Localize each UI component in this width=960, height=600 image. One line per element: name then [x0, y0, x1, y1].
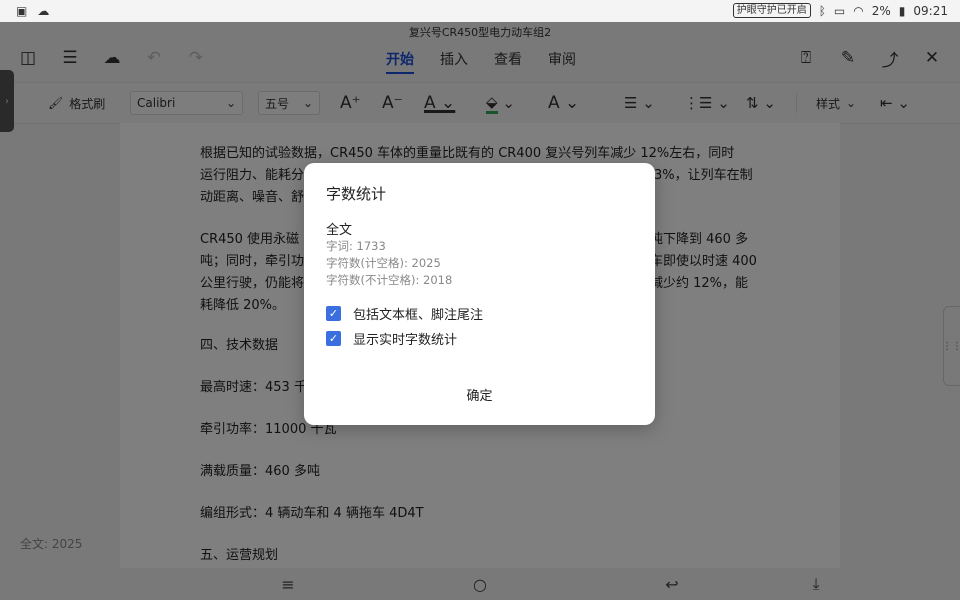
include-textbox-label: 包括文本框、脚注尾注	[353, 308, 484, 323]
checkbox-checked-icon[interactable]: ✓	[326, 331, 341, 346]
dialog-section-label: 全文	[326, 223, 353, 238]
sim-icon: ▭	[833, 3, 846, 18]
status-bar: ▣ ☁ 护眼守护已开启 ᛒ ▭ ◠ 2% ▮ 09:21	[0, 0, 960, 22]
bluetooth-icon: ᛒ	[818, 3, 826, 18]
cloud-icon: ☁	[37, 4, 50, 18]
dialog-title: 字数统计	[326, 185, 387, 203]
battery-text: 2%	[871, 3, 891, 18]
checkbox-checked-icon[interactable]: ✓	[326, 306, 341, 321]
word-count-dialog: 字数统计 全文 字词: 1733 字符数(计空格): 2025 字符数(不计空格…	[304, 163, 655, 425]
eye-protection-badge: 护眼守护已开启	[732, 3, 811, 18]
stat-chars-with-spaces: 字符数(计空格): 2025	[326, 256, 441, 270]
realtime-count-option[interactable]: ✓ 显示实时字数统计	[326, 329, 457, 348]
stat-words: 字词: 1733	[326, 239, 386, 253]
realtime-count-label: 显示实时字数统计	[353, 333, 458, 348]
confirm-button[interactable]: 确定	[304, 385, 655, 404]
clock: 09:21	[913, 3, 948, 18]
wifi-icon: ◠	[853, 3, 864, 18]
include-textbox-option[interactable]: ✓ 包括文本框、脚注尾注	[326, 304, 483, 323]
gallery-icon: ▣	[16, 4, 28, 18]
battery-icon: ▮	[898, 3, 906, 18]
stat-chars-without-spaces: 字符数(不计空格): 2018	[326, 273, 453, 287]
